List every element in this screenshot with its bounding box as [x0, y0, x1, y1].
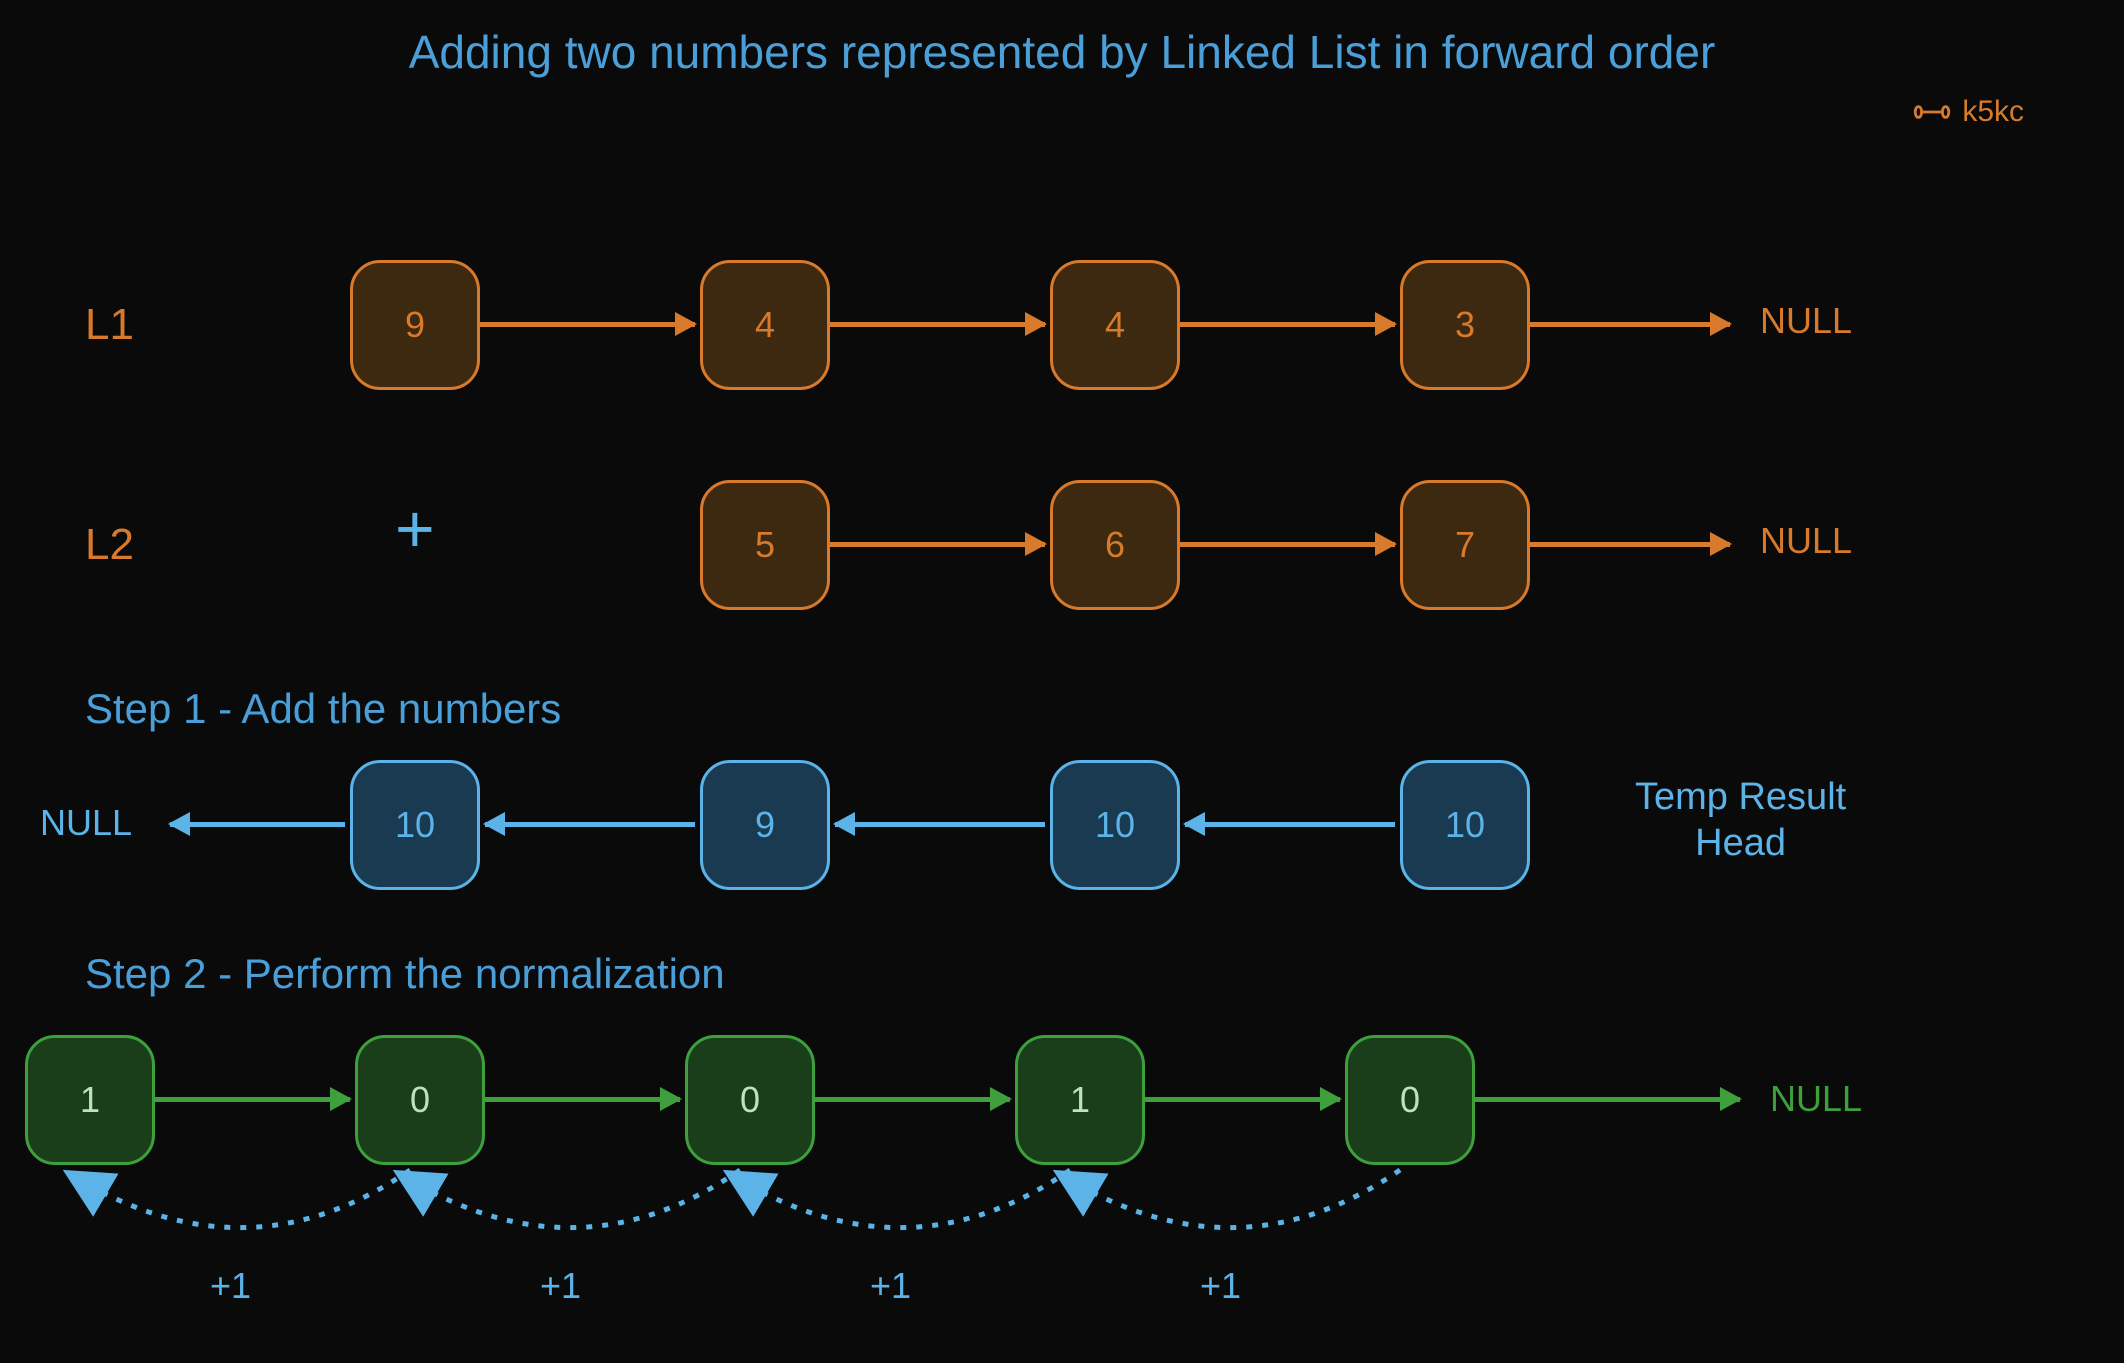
final-arrow-1	[485, 1097, 680, 1102]
l1-node-3: 3	[1400, 260, 1530, 390]
temp-null: NULL	[40, 802, 132, 844]
carry-label-0: +1	[210, 1265, 251, 1307]
l2-arrow-0	[830, 542, 1045, 547]
plus-symbol: +	[395, 490, 435, 568]
l2-label: L2	[85, 520, 134, 570]
step2-label: Step 2 - Perform the normalization	[85, 950, 725, 998]
final-arrow-3	[1145, 1097, 1340, 1102]
l2-node-0: 5	[700, 480, 830, 610]
l2-arrow-1	[1180, 542, 1395, 547]
l1-node-1: 4	[700, 260, 830, 390]
final-node-1: 0	[355, 1035, 485, 1165]
infinity-icon	[1912, 96, 1952, 128]
brand-text: k5kc	[1962, 95, 2024, 129]
l2-arrow-2	[1530, 542, 1730, 547]
carry-label-3: +1	[1200, 1265, 1241, 1307]
l2-node-1: 6	[1050, 480, 1180, 610]
carry-label-2: +1	[870, 1265, 911, 1307]
l1-node-2: 4	[1050, 260, 1180, 390]
l1-label: L1	[85, 300, 134, 350]
final-node-0: 1	[25, 1035, 155, 1165]
l2-null: NULL	[1760, 520, 1852, 562]
temp-node-1: 9	[700, 760, 830, 890]
temp-result-head-label: Temp Result Head	[1635, 775, 1846, 866]
l2-node-2: 7	[1400, 480, 1530, 610]
l1-node-0: 9	[350, 260, 480, 390]
diagram-title: Adding two numbers represented by Linked…	[409, 25, 1716, 79]
final-arrow-0	[155, 1097, 350, 1102]
temp-arrow-null	[170, 822, 345, 827]
temp-arrow-2	[1185, 822, 1395, 827]
temp-arrow-0	[485, 822, 695, 827]
final-arrow-2	[815, 1097, 1010, 1102]
final-node-4: 0	[1345, 1035, 1475, 1165]
temp-node-2: 10	[1050, 760, 1180, 890]
l1-arrow-1	[830, 322, 1045, 327]
temp-node-3: 10	[1400, 760, 1530, 890]
final-node-2: 0	[685, 1035, 815, 1165]
temp-node-0: 10	[350, 760, 480, 890]
l1-null: NULL	[1760, 300, 1852, 342]
l1-arrow-2	[1180, 322, 1395, 327]
carry-label-1: +1	[540, 1265, 581, 1307]
final-null: NULL	[1770, 1078, 1862, 1120]
temp-arrow-1	[835, 822, 1045, 827]
l1-arrow-3	[1530, 322, 1730, 327]
final-arrow-4	[1475, 1097, 1740, 1102]
step1-label: Step 1 - Add the numbers	[85, 685, 561, 733]
brand-logo: k5kc	[1912, 95, 2024, 129]
l1-arrow-0	[480, 322, 695, 327]
final-node-3: 1	[1015, 1035, 1145, 1165]
